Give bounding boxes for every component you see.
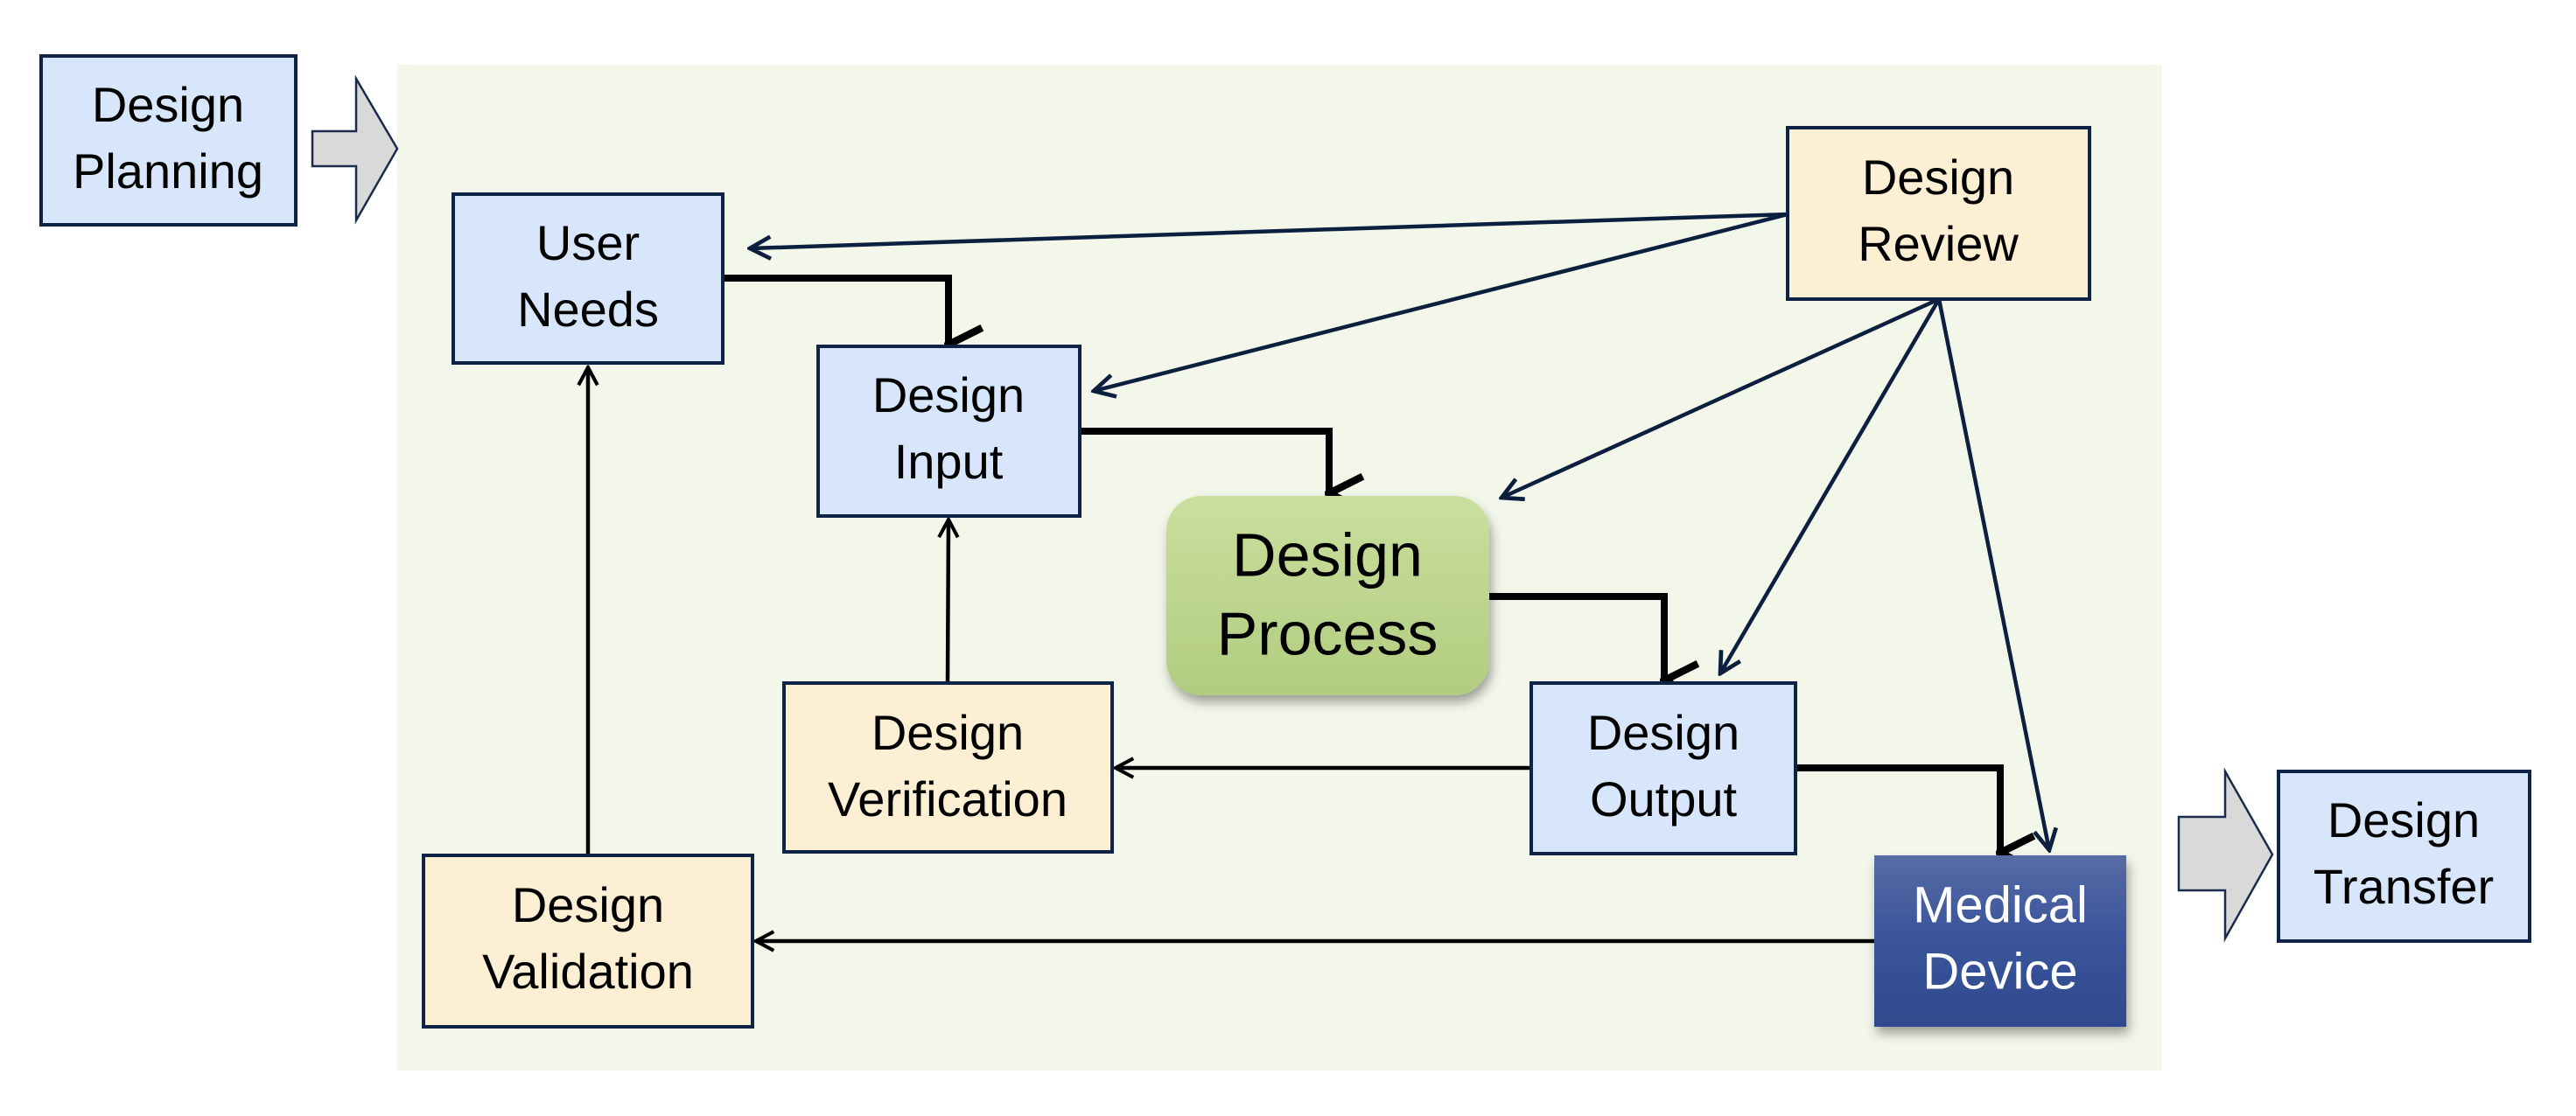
design-controls-diagram: Design Planning User Needs Design Input … [39, 54, 2531, 1071]
design-process-line1: Design [1232, 520, 1423, 589]
medical-device-line2: Device [1922, 943, 2077, 1000]
user-needs-line2: Needs [517, 282, 659, 337]
design-review-line2: Review [1858, 216, 2019, 271]
node-design-input[interactable]: Design Input [816, 345, 1082, 518]
user-needs-line1: User [536, 215, 640, 270]
node-design-process[interactable]: Design Process [1166, 496, 1489, 695]
design-validation-line1: Design [512, 877, 664, 932]
planning-block-arrow-icon [311, 74, 399, 225]
node-design-transfer[interactable]: Design Transfer [2277, 770, 2531, 943]
design-output-line1: Design [1587, 705, 1740, 760]
node-design-review[interactable]: Design Review [1786, 126, 2091, 301]
design-transfer-line1: Design [2328, 792, 2480, 847]
medical-device-line1: Medical [1913, 876, 2088, 933]
design-verification-line1: Design [872, 705, 1024, 760]
design-planning-line2: Planning [73, 143, 263, 199]
node-user-needs[interactable]: User Needs [452, 192, 724, 365]
design-transfer-line2: Transfer [2314, 859, 2494, 914]
design-input-line2: Input [894, 434, 1004, 489]
design-verification-line2: Verification [828, 771, 1068, 827]
design-output-line2: Output [1590, 771, 1738, 827]
node-design-verification[interactable]: Design Verification [782, 681, 1114, 854]
design-input-line1: Design [872, 367, 1025, 422]
node-design-planning[interactable]: Design Planning [39, 54, 298, 227]
design-review-line1: Design [1862, 150, 2014, 205]
design-process-line2: Process [1217, 599, 1438, 667]
node-design-validation[interactable]: Design Validation [422, 854, 754, 1029]
transfer-block-arrow-icon [2177, 767, 2274, 943]
node-design-output[interactable]: Design Output [1530, 681, 1797, 855]
design-planning-line1: Design [92, 77, 244, 132]
node-medical-device[interactable]: Medical Device [1874, 855, 2126, 1027]
design-validation-line2: Validation [482, 944, 694, 999]
